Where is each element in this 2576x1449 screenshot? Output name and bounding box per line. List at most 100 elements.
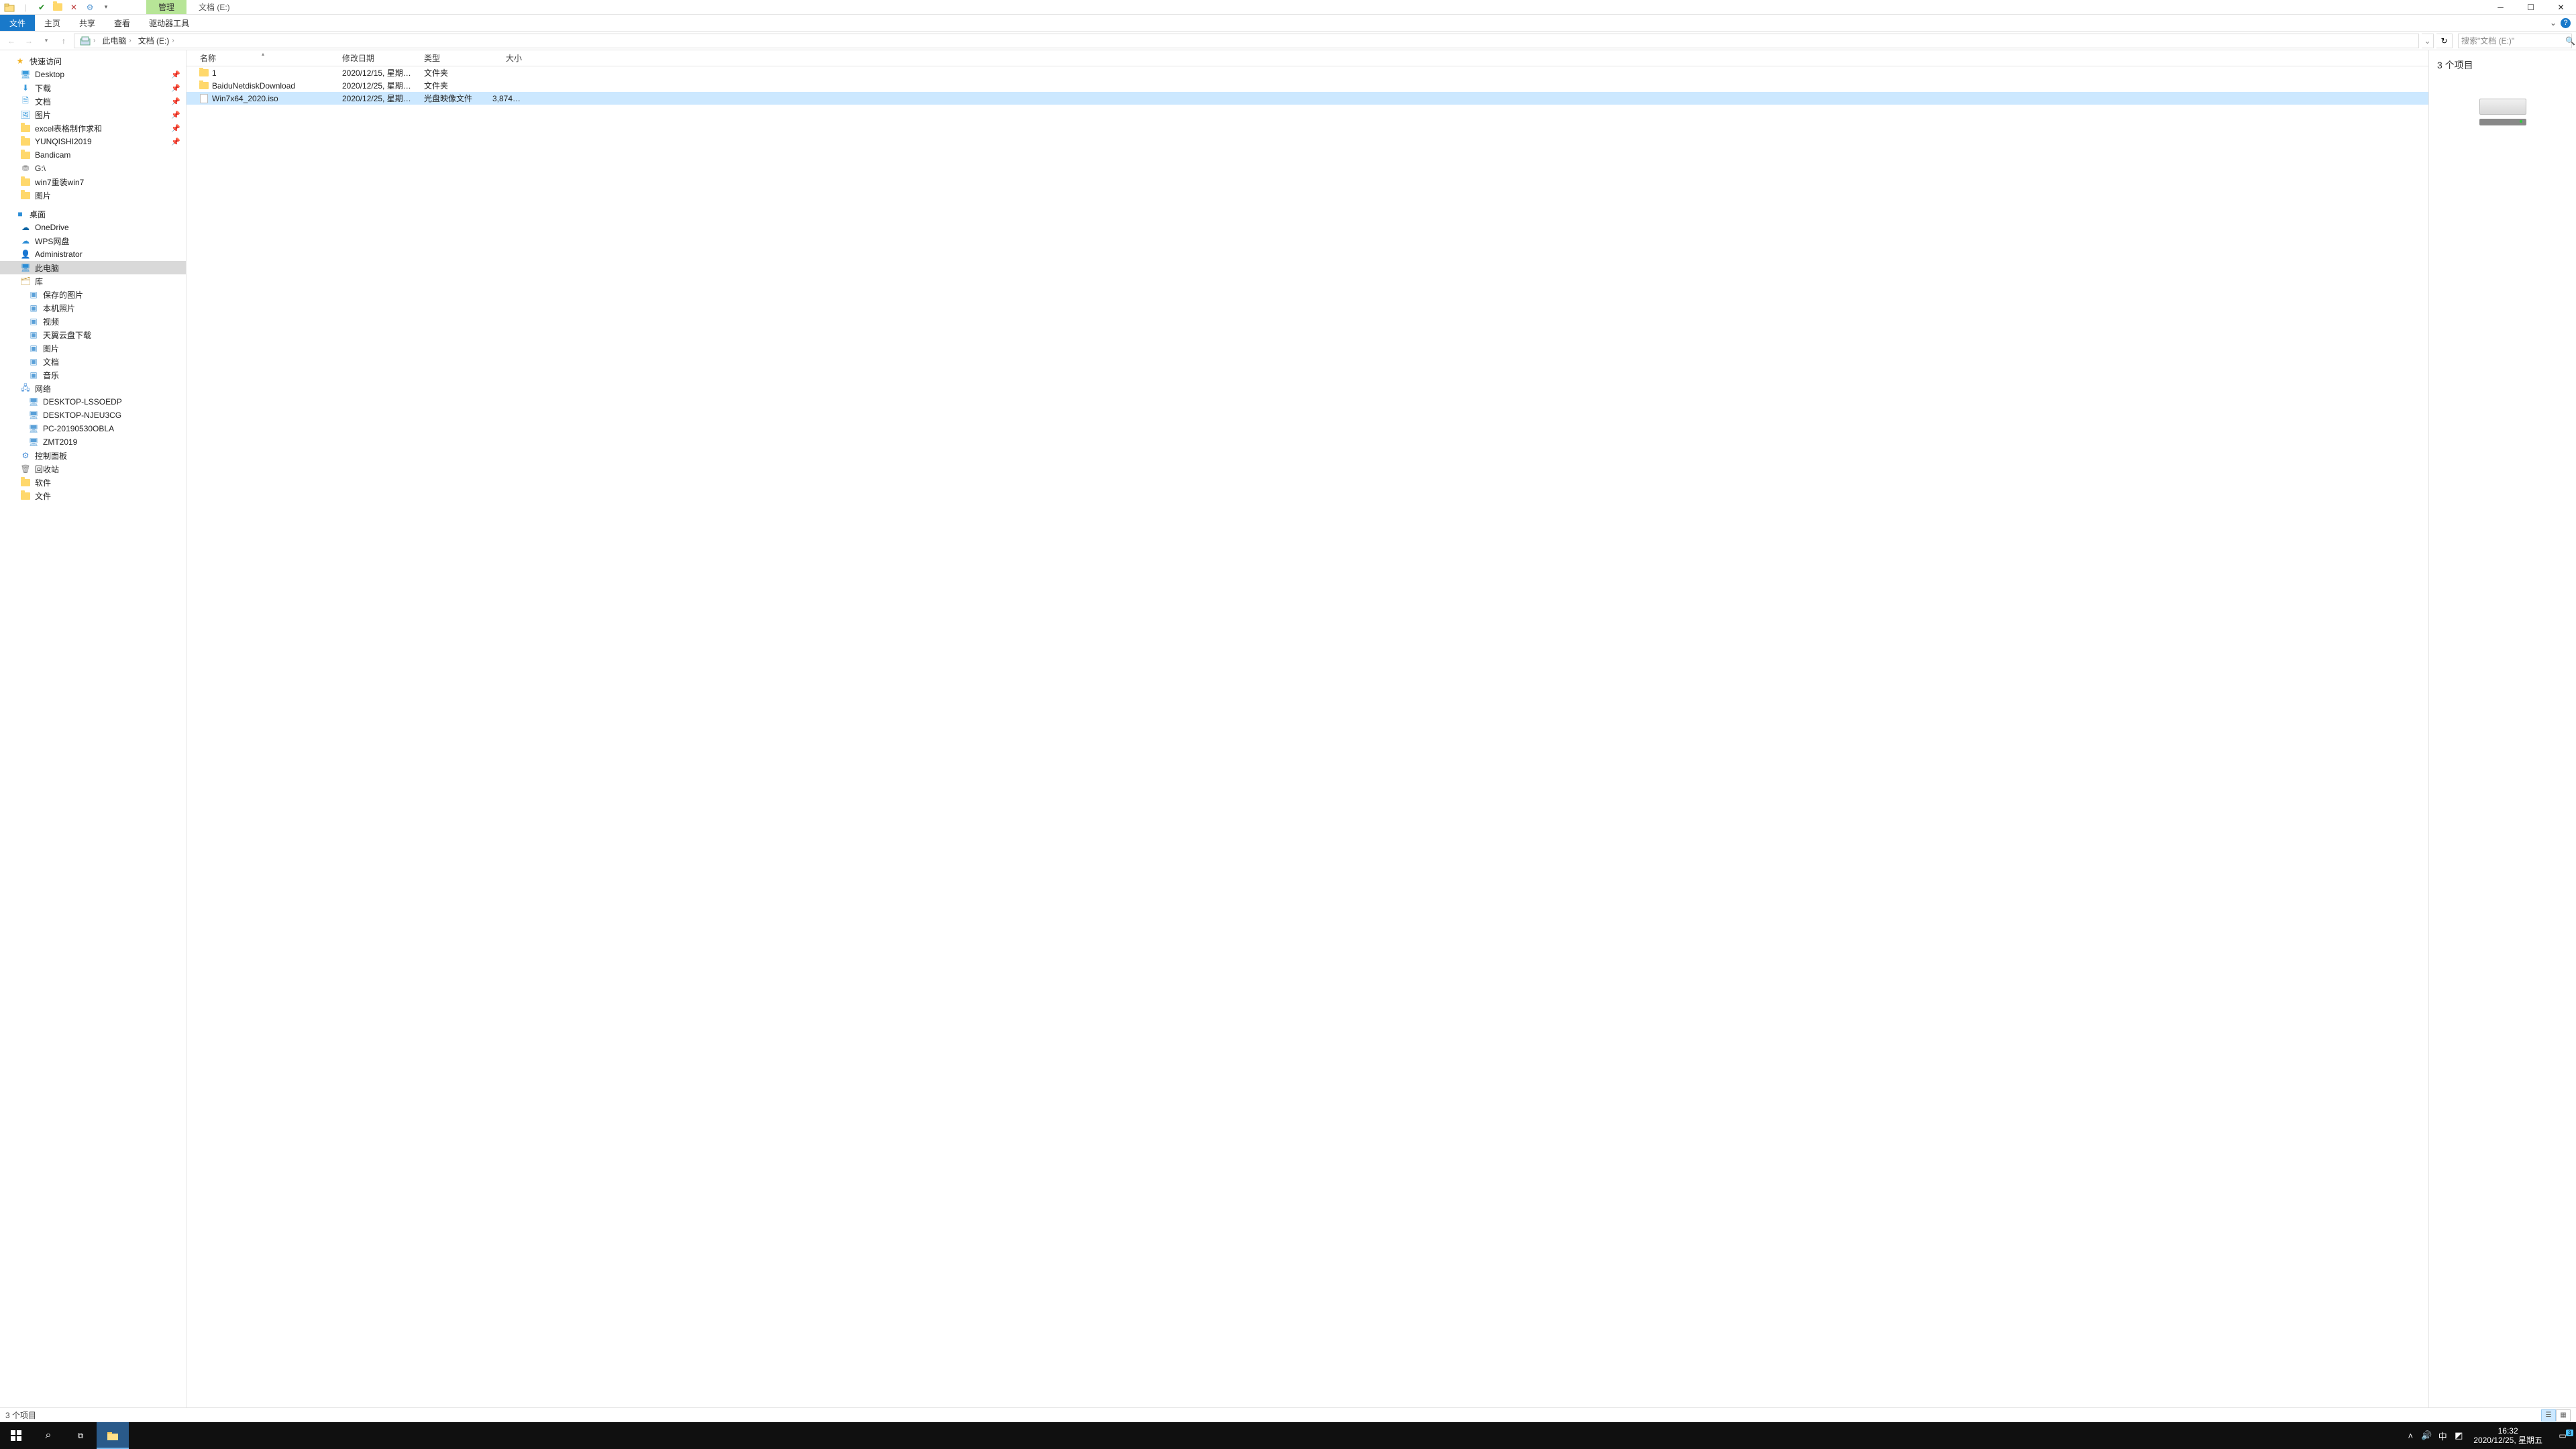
taskbar-search-button[interactable]: ⌕ [32,1422,64,1449]
tree-label: 桌面 [30,209,46,220]
tree-library-item[interactable]: ▣音乐 [0,368,186,382]
tree-item-label: YUNQISHI2019 [35,137,92,146]
tray-overflow-icon[interactable]: ˄ [2402,1422,2418,1449]
help-icon[interactable]: ? [2561,18,2571,28]
tree-network-item[interactable]: 🖥DESKTOP-LSSOEDP [0,395,186,409]
action-center-button[interactable]: ▭ 3 [2549,1431,2576,1440]
tree-library-item[interactable]: ▣视频 [0,315,186,328]
nav-up-button[interactable]: ↑ [56,34,71,48]
context-tab-manage[interactable]: 管理 [146,0,186,14]
tree-misc-item[interactable]: 文件 [0,489,186,502]
taskbar-clock[interactable]: 16:32 2020/12/25, 星期五 [2467,1426,2549,1445]
qat-properties-icon[interactable]: ✔ [35,1,48,14]
tree-item-label: 本机照片 [43,303,75,314]
column-type[interactable]: 类型 [419,52,487,64]
pin-icon: 📌 [171,124,180,133]
ribbon-tab-drivetools[interactable]: 驱动器工具 [140,15,199,31]
nav-tree[interactable]: ★ 快速访问 🖥Desktop📌⬇下载📌🗎文档📌🖼图片📌excel表格制作求和📌… [0,50,186,1407]
minimize-button[interactable]: ─ [2485,0,2516,15]
search-icon: ⌕ [46,1430,52,1442]
tree-desktop-item[interactable]: 🖥此电脑 [0,261,186,274]
file-size: 3,874,126... [487,94,527,103]
tree-network-item[interactable]: 🖥PC-20190530OBLA [0,422,186,435]
tree-library-item[interactable]: ▣天翼云盘下载 [0,328,186,341]
tree-item-icon: 🗑 [20,464,31,474]
tree-quick-item[interactable]: 🗎文档📌 [0,95,186,108]
column-name[interactable]: ▴ 名称 [186,52,337,64]
tree-item-label: OneDrive [35,223,69,232]
breadcrumb-root-icon[interactable]: › [77,36,98,46]
tree-item-icon: 👤 [20,249,31,260]
tree-label: 网络 [35,383,51,394]
tree-library-item[interactable]: ▣图片 [0,341,186,355]
qat-dropdown-icon[interactable]: ▾ [99,1,113,14]
search-icon[interactable]: 🔍 [2565,36,2575,46]
pin-icon: 📌 [171,97,180,106]
tree-library-item[interactable]: ▣文档 [0,355,186,368]
search-input[interactable] [2461,36,2565,46]
address-history-dropdown[interactable]: ⌄ [2422,34,2434,48]
tree-library-item[interactable]: ▣保存的图片 [0,288,186,301]
tree-library-item[interactable]: ▣本机照片 [0,301,186,315]
tree-quick-item[interactable]: ⬇下载📌 [0,81,186,95]
ime-indicator[interactable]: 中 [2434,1422,2451,1449]
tree-quick-item[interactable]: 图片 [0,189,186,202]
tree-quick-item[interactable]: YUNQISHI2019📌 [0,135,186,148]
ribbon-tab-share[interactable]: 共享 [70,15,105,31]
tree-quick-item[interactable]: excel表格制作求和📌 [0,121,186,135]
tree-quick-item[interactable]: ⛃G:\ [0,162,186,175]
breadcrumb-current[interactable]: 文档 (E:)› [136,35,177,46]
tree-desktop-item[interactable]: ☁WPS网盘 [0,234,186,248]
ribbon-tab-view[interactable]: 查看 [105,15,140,31]
nav-forward-button[interactable]: → [21,34,36,48]
tree-network[interactable]: 🖧 网络 [0,382,186,395]
ribbon-tab-home[interactable]: 主页 [35,15,70,31]
tree-desktop[interactable]: ■ 桌面 [0,207,186,221]
tree-quick-item[interactable]: 🖼图片📌 [0,108,186,121]
qat-settings-icon[interactable]: ⚙ [83,1,97,14]
search-box[interactable]: 🔍 [2458,34,2572,48]
tree-quick-item[interactable]: Bandicam [0,148,186,162]
tree-desktop-item[interactable]: ☁OneDrive [0,221,186,234]
breadcrumb-this-pc[interactable]: 此电脑› [99,35,133,46]
nav-back-button[interactable]: ← [4,34,19,48]
qat-folder-icon[interactable] [51,1,64,14]
file-row[interactable]: Win7x64_2020.iso 2020/12/25, 星期五 1... 光盘… [186,92,2428,105]
maximize-button[interactable]: ☐ [2516,0,2546,15]
tree-misc-item[interactable]: ⚙控制面板 [0,449,186,462]
column-size[interactable]: 大小 [487,52,527,64]
qat-delete-icon[interactable]: ✕ [67,1,80,14]
view-details-button[interactable]: ☰ [2541,1409,2556,1421]
file-row[interactable]: BaiduNetdiskDownload 2020/12/25, 星期五 1..… [186,79,2428,92]
file-row[interactable]: 1 2020/12/15, 星期二 1... 文件夹 [186,66,2428,79]
breadcrumb[interactable]: › 此电脑› 文档 (E:)› [74,34,2419,48]
ribbon: 文件 主页 共享 查看 驱动器工具 ⌄ ? [0,15,2576,32]
tree-network-item[interactable]: 🖥ZMT2019 [0,435,186,449]
tree-quick-item[interactable]: win7重装win7 [0,175,186,189]
nav-recent-dropdown[interactable]: ▾ [39,34,54,48]
tree-quick-access[interactable]: ★ 快速访问 [0,54,186,68]
ribbon-expand-icon[interactable]: ⌄ [2550,18,2557,28]
tree-misc-item[interactable]: 🗑回收站 [0,462,186,476]
ribbon-tab-file[interactable]: 文件 [0,15,35,31]
view-icons-button[interactable]: ▦ [2556,1409,2571,1421]
volume-icon[interactable]: 🔊 [2418,1422,2434,1449]
file-type: 文件夹 [419,80,487,91]
taskbar-explorer-button[interactable] [97,1422,129,1449]
tree-item-icon: ⚙ [20,450,31,461]
refresh-button[interactable]: ↻ [2436,34,2453,48]
tree-misc-item[interactable]: 软件 [0,476,186,489]
tree-quick-item[interactable]: 🖥Desktop📌 [0,68,186,81]
column-headers: ▴ 名称 修改日期 类型 大小 [186,50,2428,66]
column-date[interactable]: 修改日期 [337,52,419,64]
tree-desktop-item[interactable]: 🗂库 [0,274,186,288]
tree-network-item[interactable]: 🖥DESKTOP-NJEU3CG [0,409,186,422]
close-button[interactable]: ✕ [2546,0,2576,15]
tree-item-label: 音乐 [43,370,59,381]
tree-desktop-item[interactable]: 👤Administrator [0,248,186,261]
start-button[interactable] [0,1422,32,1449]
file-date: 2020/12/15, 星期二 1... [337,67,419,78]
file-rows[interactable]: 1 2020/12/15, 星期二 1... 文件夹 BaiduNetdiskD… [186,66,2428,1407]
tray-app-icon[interactable]: ◩ [2451,1422,2467,1449]
taskview-button[interactable]: ⧉ [64,1422,97,1449]
